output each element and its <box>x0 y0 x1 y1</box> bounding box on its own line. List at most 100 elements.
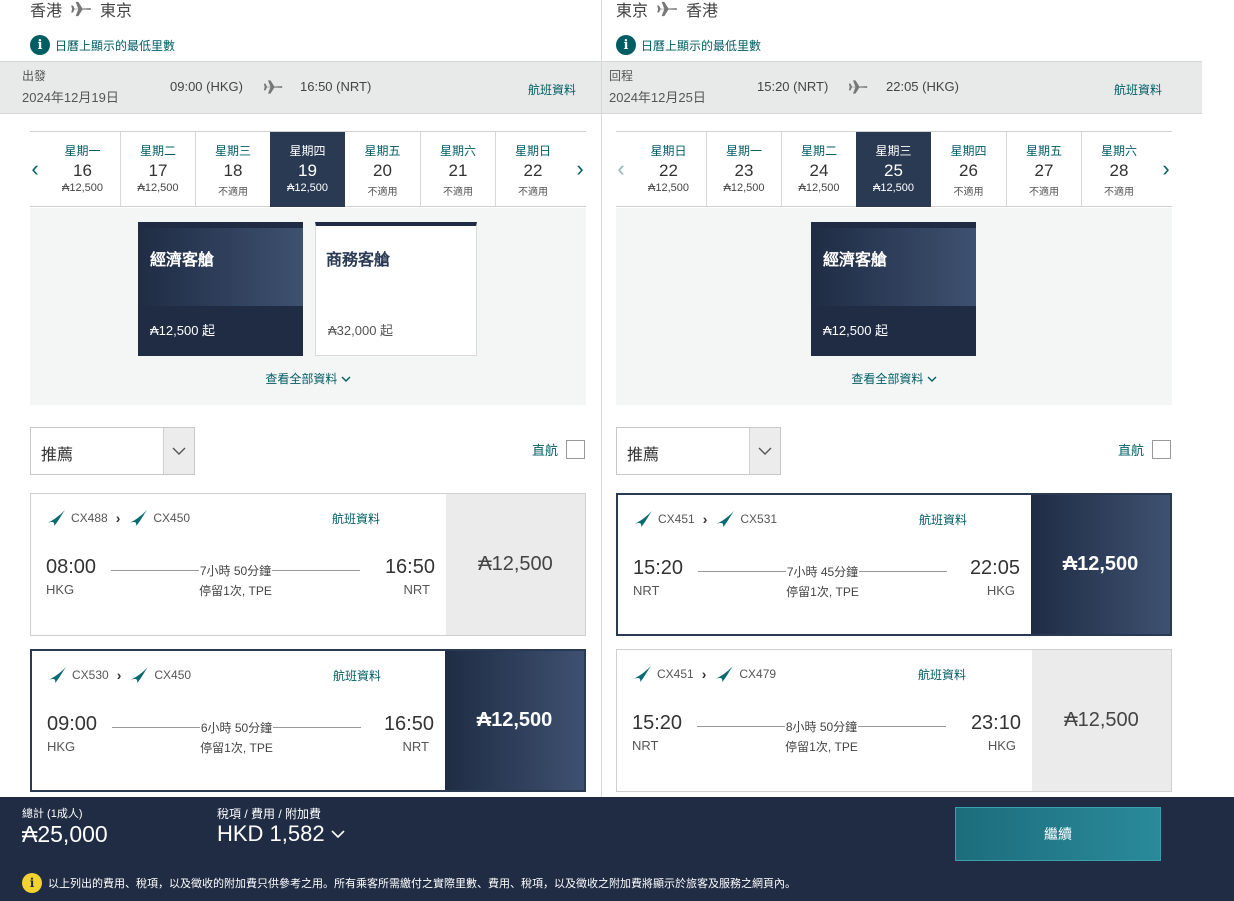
flight-info-link[interactable]: 航班資料 <box>333 667 381 684</box>
info-icon: i <box>22 873 42 893</box>
tax-amount: HKD 1,582 <box>217 821 325 846</box>
date-cell[interactable]: 星期三 18 不適用 <box>195 132 270 207</box>
chevron-down-icon <box>927 376 937 382</box>
airline-logo-icon <box>47 510 65 526</box>
direct-checkbox[interactable] <box>566 440 585 459</box>
chevron-right-icon: › <box>115 510 121 526</box>
sort-select[interactable]: 推薦 <box>30 427 195 475</box>
inbound-column: 東京 香港 i 日曆上顯示的最低里數 回程 2024年12月25日 15:20 … <box>601 0 1202 797</box>
plane-icon <box>71 1 91 17</box>
airline-logo-icon <box>716 511 735 527</box>
sort-select[interactable]: 推薦 <box>616 427 781 475</box>
outbound-leg-summary: 出發 2024年12月19日 09:00 (HKG) 16:50 (NRT) 航… <box>0 61 601 114</box>
arrival-time: 16:50 <box>384 556 435 578</box>
fare-price[interactable]: ₳12,500 <box>445 651 584 790</box>
chevron-down-icon <box>163 428 194 474</box>
flight-card-selected[interactable]: CX451 › CX531 航班資料 15:20 NRT 7小時 45分鐘 停留… <box>616 493 1172 636</box>
plane-icon <box>657 1 677 17</box>
departure-time: 09:00 <box>47 713 98 735</box>
flight-card[interactable]: CX488 › CX450 航班資料 08:00 HKG 7小時 50分鐘 停留… <box>30 493 586 636</box>
arrival-time: 23:10 <box>970 712 1021 734</box>
date-cell[interactable]: 星期二 24 ₳12,500 <box>781 132 856 207</box>
chevron-right-icon[interactable]: › <box>570 154 590 184</box>
inbound-route: 東京 香港 <box>616 0 719 20</box>
date-cell[interactable]: 星期五 20 不適用 <box>345 132 420 207</box>
departure-airport: NRT <box>633 583 660 598</box>
cabin-card-economy[interactable]: 經濟客艙 ₳12,500 起 <box>811 222 976 356</box>
date-cell[interactable]: 星期日 22 不適用 <box>495 132 570 207</box>
tax-label: 稅項 / 費用 / 附加費 <box>217 807 322 821</box>
outbound-cabin-panel: 經濟客艙 ₳12,500 起 商務客艙 ₳32,000 起 查看全部資料 <box>30 208 586 405</box>
chevron-right-icon: › <box>701 666 707 682</box>
chevron-down-icon <box>749 428 780 474</box>
date-cell[interactable]: 星期日 22 ₳12,500 <box>631 132 706 207</box>
cabin-card-economy[interactable]: 經濟客艙 ₳12,500 起 <box>138 222 303 356</box>
chevron-down-icon <box>331 829 345 838</box>
date-cell-selected[interactable]: 星期三 25 ₳12,500 <box>856 132 931 207</box>
flight-card[interactable]: CX451 › CX479 航班資料 15:20 NRT 8小時 50分鐘 停留… <box>616 649 1172 792</box>
leg-flight-info-link[interactable]: 航班資料 <box>528 81 576 98</box>
departure-time: 15:20 <box>633 557 684 579</box>
airline-logo-icon <box>634 511 652 527</box>
date-cell[interactable]: 星期一 16 ₳12,500 <box>45 132 120 207</box>
inbound-cabin-panel: 經濟客艙 ₳12,500 起 查看全部資料 <box>616 208 1172 405</box>
leg-arrival: 22:05 (HKG) <box>886 79 959 94</box>
fare-price[interactable]: ₳12,500 <box>1031 495 1170 634</box>
airline-logo-icon <box>715 666 734 682</box>
duration: 6小時 50分鐘 <box>199 721 274 735</box>
arrival-airport: HKG <box>987 738 1016 753</box>
arrival-time: 22:05 <box>969 557 1020 579</box>
date-cell[interactable]: 星期六 28 不適用 <box>1081 132 1156 207</box>
inbound-leg-summary: 回程 2024年12月25日 15:20 (NRT) 22:05 (HKG) 航… <box>602 61 1202 114</box>
date-cell[interactable]: 星期六 21 不適用 <box>420 132 495 207</box>
airline-logo-icon <box>633 666 651 682</box>
total-miles: ₳25,000 <box>22 821 108 847</box>
outbound-date-selector: ‹ 星期一 16 ₳12,500 星期二 17 ₳12,500 星期三 18 不… <box>30 131 586 207</box>
stops: 停留1次, TPE <box>785 740 858 754</box>
flight-info-link[interactable]: 航班資料 <box>332 510 380 527</box>
date-cell-selected[interactable]: 星期四 19 ₳12,500 <box>270 132 345 207</box>
chevron-right-icon: › <box>702 511 708 527</box>
booking-summary-footer: 總計 (1成人) ₳25,000 稅項 / 費用 / 附加費 HKD 1,582… <box>0 797 1234 901</box>
disclaimer-note: i 以上列出的費用、稅項，以及徵收的附加費只供參考之用。所有乘客所需繳付之實際里… <box>22 873 796 893</box>
date-cell[interactable]: 星期五 27 不適用 <box>1006 132 1081 207</box>
departure-airport: NRT <box>632 738 659 753</box>
date-cell[interactable]: 星期二 17 ₳12,500 <box>120 132 195 207</box>
plane-icon <box>848 80 868 94</box>
chevron-left-icon[interactable]: ‹ <box>25 154 45 184</box>
date-cell[interactable]: 星期四 26 不適用 <box>931 132 1006 207</box>
fare-price[interactable]: ₳12,500 <box>1032 650 1171 791</box>
leg-departure: 15:20 (NRT) <box>757 79 829 94</box>
route-origin: 東京 <box>616 3 649 20</box>
arrival-time: 16:50 <box>383 713 434 735</box>
route-origin: 香港 <box>30 3 63 20</box>
tax-toggle[interactable]: HKD 1,582 <box>217 821 345 847</box>
arrival-airport: HKG <box>986 583 1015 598</box>
calendar-note: i 日曆上顯示的最低里數 <box>616 35 761 55</box>
continue-button[interactable]: 繼續 <box>955 807 1161 861</box>
stops: 停留1次, TPE <box>199 584 272 598</box>
duration: 7小時 50分鐘 <box>198 564 273 578</box>
duration: 7小時 45分鐘 <box>785 565 860 579</box>
chevron-right-icon[interactable]: › <box>1156 154 1176 184</box>
leg-departure: 09:00 (HKG) <box>170 79 243 94</box>
direct-checkbox[interactable] <box>1152 440 1171 459</box>
cabin-card-business[interactable]: 商務客艙 ₳32,000 起 <box>315 222 477 356</box>
route-destination: 香港 <box>686 3 719 20</box>
plane-icon <box>263 80 283 94</box>
leg-flight-info-link[interactable]: 航班資料 <box>1114 81 1162 98</box>
flight-selection-page: 香港 東京 i 日曆上顯示的最低里數 出發 2024年12月19日 09:00 … <box>0 0 1234 901</box>
view-all-link[interactable]: 查看全部資料 <box>616 370 1172 387</box>
flight-card-selected[interactable]: CX530 › CX450 航班資料 09:00 HKG 6小時 50分鐘 停留… <box>30 649 586 792</box>
fare-price[interactable]: ₳12,500 <box>446 494 585 635</box>
flight-info-link[interactable]: 航班資料 <box>918 666 966 683</box>
leg-type: 回程 <box>609 69 634 83</box>
date-cell[interactable]: 星期一 23 ₳12,500 <box>706 132 781 207</box>
view-all-link[interactable]: 查看全部資料 <box>30 370 586 387</box>
arrival-airport: NRT <box>402 739 429 754</box>
flight-info-link[interactable]: 航班資料 <box>919 511 967 528</box>
departure-airport: HKG <box>47 739 76 754</box>
airline-logo-icon <box>130 667 149 683</box>
route-destination: 東京 <box>100 3 133 20</box>
chevron-left-icon[interactable]: ‹ <box>611 154 631 184</box>
